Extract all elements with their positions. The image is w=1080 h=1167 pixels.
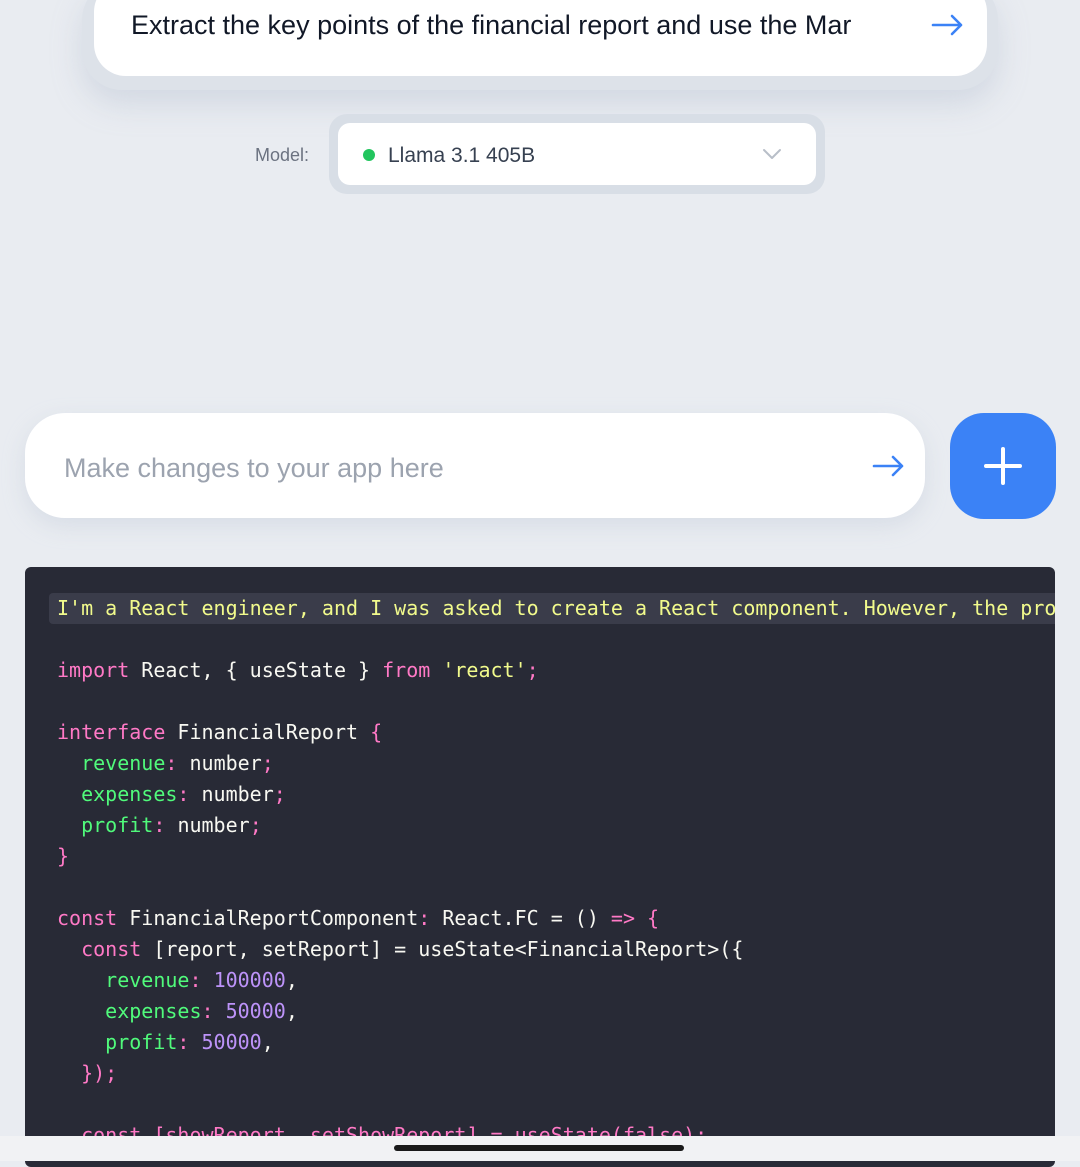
model-select[interactable]: Llama 3.1 405B [338,123,816,185]
code-text: React, { useState } [129,658,383,682]
code-number: 50000 [201,1030,262,1054]
plus-icon [984,447,1022,485]
model-label: Model: [255,145,310,165]
code-property: expenses [105,999,202,1023]
code-keyword: import [57,658,130,682]
prompt-box[interactable]: Extract the key points of the financial … [94,0,987,76]
new-button[interactable] [950,413,1056,519]
code-type: number [201,782,274,806]
code-string: 'react' [442,658,527,682]
code-property: revenue [105,968,190,992]
code-panel[interactable]: I'm a React engineer, and I was asked to… [25,567,1055,1167]
code-number: 100000 [213,968,286,992]
code-property: profit [81,813,154,837]
home-indicator[interactable] [394,1145,684,1151]
code-block: I'm a React engineer, and I was asked to… [49,593,1055,1151]
arrow-right-icon[interactable] [872,453,906,479]
code-property: revenue [81,751,166,775]
code-number: 50000 [225,999,286,1023]
code-keyword: const [57,906,118,930]
chevron-down-icon[interactable] [762,147,782,161]
code-type: number [189,751,262,775]
code-type: number [177,813,250,837]
code-text: [report, setReport] = useState<Financial… [141,937,744,961]
code-keyword: const [81,937,142,961]
code-keyword: interface [57,720,166,744]
code-line: I'm a React engineer, and I was asked to… [49,593,1055,624]
change-request-input[interactable] [62,449,826,487]
code-keyword: from [382,658,431,682]
code-property: expenses [81,782,178,806]
code-text: FinancialReport [165,720,371,744]
code-text: FinancialReportComponent [117,906,419,930]
arrow-right-icon[interactable] [931,10,965,40]
status-dot [363,149,375,161]
code-text: }); [81,1061,118,1085]
model-value: Llama 3.1 405B [388,144,536,167]
prompt-text[interactable]: Extract the key points of the financial … [131,10,891,41]
change-request-box [25,413,925,518]
code-text: React.FC = () [430,906,611,930]
code-property: profit [105,1030,178,1054]
